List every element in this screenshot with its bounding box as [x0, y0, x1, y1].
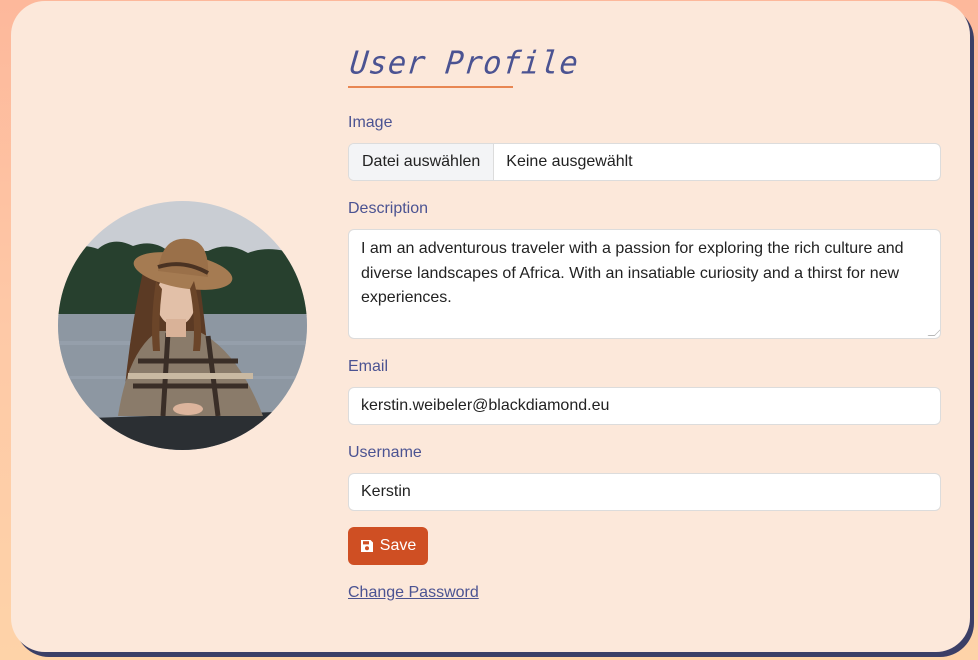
email-value: kerstin.weibeler@blackdiamond.eu [361, 397, 610, 414]
username-field[interactable]: Kerstin [348, 473, 941, 511]
image-file-input[interactable]: Datei auswählen Keine ausgewählt [348, 143, 941, 181]
image-label: Image [348, 114, 393, 131]
title-underline [348, 86, 513, 88]
email-label: Email [348, 358, 389, 375]
email-field[interactable]: kerstin.weibeler@blackdiamond.eu [348, 387, 941, 425]
floppy-disk-icon [360, 539, 374, 553]
page-title: User Profile [348, 45, 581, 82]
avatar [58, 201, 307, 450]
description-textarea[interactable]: I am an adventurous traveler with a pass… [348, 229, 941, 339]
username-value: Kerstin [361, 483, 411, 500]
save-button[interactable]: Save [348, 527, 428, 565]
choose-file-button[interactable]: Datei auswählen [349, 144, 495, 180]
resize-handle[interactable] [927, 329, 940, 336]
description-text: I am an adventurous traveler with a pass… [361, 240, 904, 306]
change-password-link[interactable]: Change Password [348, 584, 479, 602]
username-label: Username [348, 444, 422, 461]
save-label: Save [379, 537, 417, 554]
description-label: Description [348, 200, 429, 217]
page-title-wrapper: User Profile [348, 45, 581, 88]
file-status-text: Keine ausgewählt [506, 153, 633, 170]
profile-card: User Profile Image Datei auswählen Keine… [11, 1, 970, 652]
